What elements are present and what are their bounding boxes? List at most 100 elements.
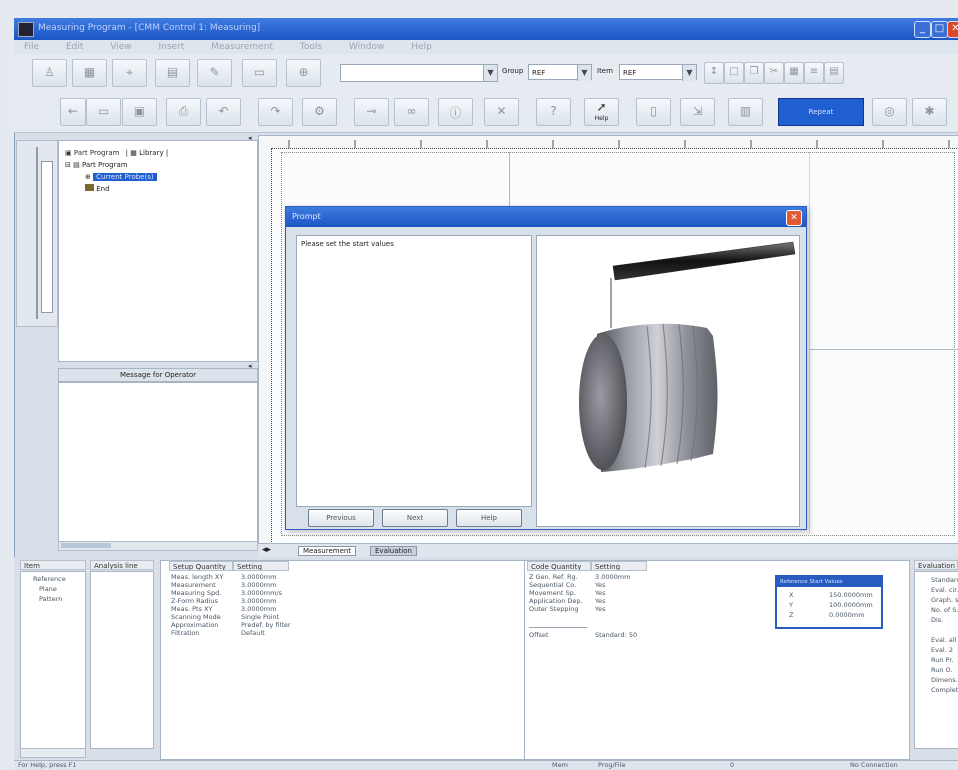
- dialog-previous-button[interactable]: Previous: [308, 509, 374, 527]
- option-button-1[interactable]: ◎: [872, 98, 907, 126]
- page-button[interactable]: ▯: [636, 98, 671, 126]
- small-tool-3[interactable]: ❐: [744, 62, 764, 84]
- menu-view[interactable]: View: [110, 42, 131, 52]
- tab-nav-icon[interactable]: ◂▸: [262, 545, 271, 555]
- close-button[interactable]: ✕: [947, 21, 958, 38]
- tab-library[interactable]: | ▦ Library |: [126, 149, 169, 157]
- option-button-2[interactable]: ✱: [912, 98, 947, 126]
- code-row-value[interactable]: Yes: [595, 605, 606, 613]
- tool-button-2[interactable]: ⌖: [112, 59, 147, 87]
- scroll-thumb[interactable]: [61, 543, 111, 548]
- small-tool-1[interactable]: ↕: [704, 62, 724, 84]
- code-row-value[interactable]: 3.0000mm: [595, 573, 630, 581]
- tool-button-5[interactable]: ▭: [242, 59, 277, 87]
- save-button[interactable]: ▣: [122, 98, 157, 126]
- expand-icon[interactable]: ⊟: [65, 161, 71, 169]
- setup-row-value[interactable]: 3.0000mm: [241, 605, 276, 613]
- nav-back-button[interactable]: ←: [60, 98, 86, 126]
- item-panel-scrollbar[interactable]: [20, 748, 86, 758]
- list-item[interactable]: Reference: [33, 575, 66, 583]
- collapse-arrow-icon[interactable]: ◂: [248, 362, 252, 370]
- rail-slider-track[interactable]: [36, 147, 38, 319]
- item-combo[interactable]: REF ▼: [619, 64, 697, 81]
- menu-help[interactable]: Help: [411, 42, 432, 52]
- list-item[interactable]: Run Pr.: [931, 656, 953, 664]
- menu-tools[interactable]: Tools: [300, 42, 322, 52]
- list-item[interactable]: Complete: [931, 686, 958, 694]
- tool-button-6[interactable]: ⊕: [286, 59, 321, 87]
- small-tool-6[interactable]: ≡: [804, 62, 824, 84]
- code-extra-value[interactable]: Standard: 50: [595, 631, 637, 639]
- list-item[interactable]: Graph. s.: [931, 596, 958, 604]
- code-row-value[interactable]: Yes: [595, 581, 606, 589]
- small-tool-5[interactable]: ▦: [784, 62, 804, 84]
- list-item[interactable]: No. of S.: [931, 606, 958, 614]
- tools-button[interactable]: ✕: [484, 98, 519, 126]
- menu-insert[interactable]: Insert: [158, 42, 184, 52]
- tool-button-4[interactable]: ✎: [197, 59, 232, 87]
- small-tool-7[interactable]: ▤: [824, 62, 844, 84]
- start-value[interactable]: 100.0000mm: [829, 601, 873, 609]
- start-value[interactable]: 0.0000mm: [829, 611, 864, 619]
- list-item[interactable]: Standard: [931, 576, 958, 584]
- setup-row-value[interactable]: Predef. by filter: [241, 621, 291, 629]
- program-combo[interactable]: ▼: [340, 64, 498, 82]
- start-value[interactable]: 150.0000mm: [829, 591, 873, 599]
- setup-row-value[interactable]: 3.0000mm: [241, 573, 276, 581]
- list-item[interactable]: Eval. all: [931, 636, 956, 644]
- setup-row-value[interactable]: 3.0000mm: [241, 597, 276, 605]
- list-item[interactable]: Eval. 2: [931, 646, 953, 654]
- minimize-button[interactable]: _: [914, 21, 931, 38]
- open-button[interactable]: ▭: [86, 98, 121, 126]
- code-row-value[interactable]: Yes: [595, 597, 606, 605]
- menu-edit[interactable]: Edit: [66, 42, 83, 52]
- collapse-arrow-icon[interactable]: ◂: [248, 134, 252, 142]
- list-item[interactable]: Eval. cir.: [931, 586, 958, 594]
- step-button[interactable]: ↷: [258, 98, 293, 126]
- setup-row-value[interactable]: Single Point: [241, 613, 279, 621]
- tree-node-program[interactable]: ⊟ ▤ Part Program: [65, 161, 128, 169]
- undo-button[interactable]: ↶: [206, 98, 241, 126]
- maximize-button[interactable]: □: [931, 21, 948, 38]
- menu-file[interactable]: File: [24, 42, 39, 52]
- view-button[interactable]: ▥: [728, 98, 763, 126]
- menu-window[interactable]: Window: [349, 42, 385, 52]
- dialog-close-button[interactable]: ✕: [786, 210, 802, 226]
- help-button[interactable]: ➚ Help: [584, 98, 619, 126]
- list-item[interactable]: Dis.: [931, 616, 943, 624]
- probe-button[interactable]: ⊸: [354, 98, 389, 126]
- tool-button-3[interactable]: ▤: [155, 59, 190, 87]
- code-row-value[interactable]: Yes: [595, 589, 606, 597]
- info-button[interactable]: ⓘ: [438, 98, 473, 126]
- question-button[interactable]: ?: [536, 98, 571, 126]
- tab-measurement[interactable]: Measurement: [298, 546, 357, 556]
- message-scrollbar[interactable]: [58, 541, 258, 551]
- settings-button[interactable]: ⚙: [302, 98, 337, 126]
- export-button[interactable]: ⇲: [680, 98, 715, 126]
- start-values-title: Reference Start Values: [777, 577, 881, 587]
- menu-measurement[interactable]: Measurement: [211, 42, 273, 52]
- dialog-3d-view[interactable]: [536, 235, 800, 527]
- list-item[interactable]: Pattern: [39, 595, 62, 603]
- list-item[interactable]: Run O.: [931, 666, 952, 674]
- program-button[interactable]: ♙: [32, 59, 67, 87]
- tab-part-program[interactable]: ▣ Part Program: [65, 149, 119, 157]
- setup-row-value[interactable]: 3.0000mm: [241, 581, 276, 589]
- repeat-button[interactable]: Repeat: [778, 98, 864, 126]
- link-button[interactable]: ∞: [394, 98, 429, 126]
- dialog-next-button[interactable]: Next: [382, 509, 448, 527]
- list-item[interactable]: Plane: [39, 585, 57, 593]
- list-item[interactable]: Dimens.: [931, 676, 958, 684]
- setup-row-value[interactable]: 3.0000mm/s: [241, 589, 282, 597]
- group-combo[interactable]: REF ▼: [528, 64, 592, 81]
- dialog-help-button[interactable]: Help: [456, 509, 522, 527]
- rail-slider[interactable]: [41, 161, 53, 313]
- small-tool-4[interactable]: ✂: [764, 62, 784, 84]
- setup-row-value[interactable]: Default: [241, 629, 265, 637]
- tree-node-probe[interactable]: ⊕ Current Probe(s): [85, 173, 157, 181]
- tree-node-end[interactable]: End: [85, 184, 110, 193]
- small-tool-2[interactable]: □: [724, 62, 744, 84]
- tab-evaluation[interactable]: Evaluation: [370, 546, 417, 556]
- tool-button-1[interactable]: ▦: [72, 59, 107, 87]
- print-button[interactable]: ⎙: [166, 98, 201, 126]
